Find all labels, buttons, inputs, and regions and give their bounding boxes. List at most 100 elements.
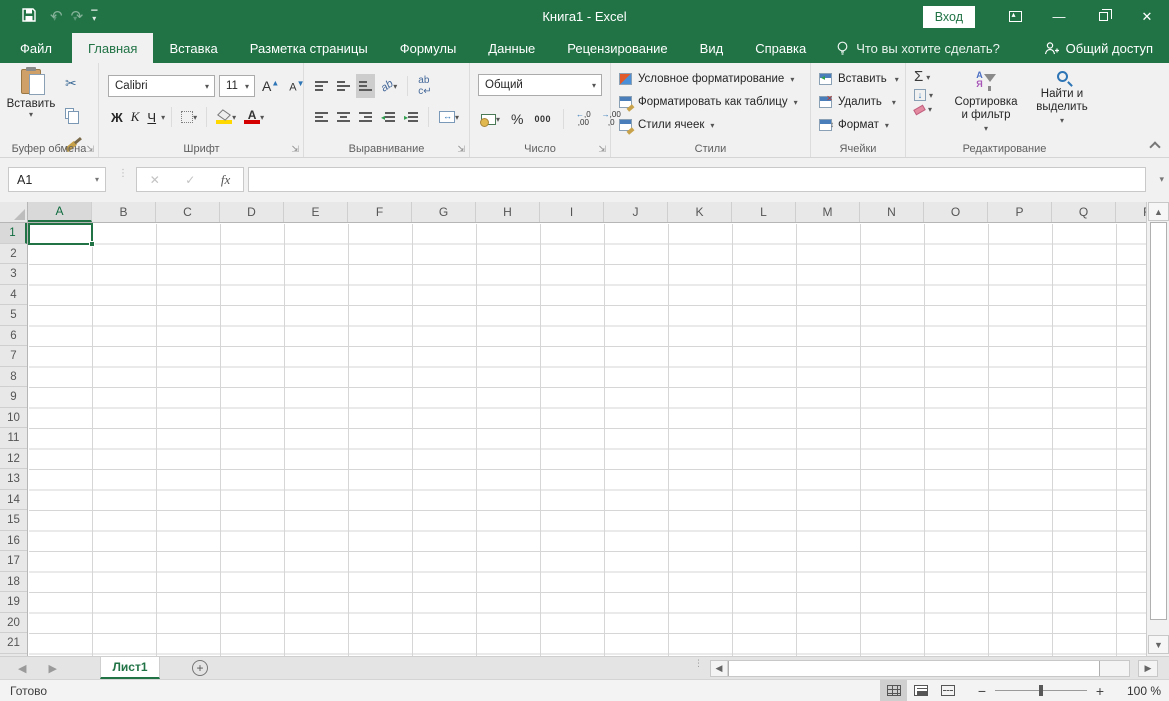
copy-button[interactable]: ▾ [62,101,81,125]
fill-color-button[interactable]: ▾ [213,105,239,129]
tab-data[interactable]: Данные [472,33,551,63]
sort-filter-button[interactable]: АЯ Сортировка и фильтр▾ [950,67,1022,135]
redo-button[interactable]: ↷▾ [71,9,78,24]
horizontal-scrollbar[interactable]: ◀ [710,660,1130,677]
minimize-button[interactable]: — [1037,0,1081,33]
align-center-button[interactable] [334,105,353,129]
customize-qat-button[interactable]: ▔▾ [91,13,97,21]
tab-insert[interactable]: Вставка [153,33,233,63]
italic-button[interactable]: К [128,105,143,129]
font-size-combo[interactable]: 11▾ [219,75,255,97]
column-header-J[interactable]: J [604,202,668,222]
insert-function-button[interactable]: fx [221,172,230,188]
format-as-table-button[interactable]: Форматировать как таблицу▾ [619,91,798,113]
active-cell-a1[interactable] [28,223,93,245]
row-header-21[interactable]: 21 [0,633,27,654]
enter-icon[interactable]: ✓ [185,173,195,187]
column-header-A[interactable]: A [28,202,92,222]
ribbon-display-options-button[interactable] [993,0,1037,33]
row-header-10[interactable]: 10 [0,408,27,429]
clipboard-dialog-launcher[interactable]: ⇲ [86,145,94,154]
restore-button[interactable] [1081,0,1125,33]
prev-sheet-button[interactable]: ◀ [18,662,26,675]
page-break-view-button[interactable] [934,680,961,701]
font-color-button[interactable]: А▾ [241,105,267,129]
column-header-F[interactable]: F [348,202,412,222]
increase-indent-button[interactable]: ▸ [401,105,421,129]
insert-cells-button[interactable]: Вставить▾ [819,68,899,90]
tab-view[interactable]: Вид [684,33,740,63]
row-header-8[interactable]: 8 [0,367,27,388]
vertical-scrollbar[interactable]: ▲ ▼ [1146,202,1169,656]
row-header-19[interactable]: 19 [0,592,27,613]
tab-file[interactable]: Файл [0,33,72,63]
scroll-left-button[interactable]: ◀ [711,661,728,676]
sheet-tab-list1[interactable]: Лист1 [100,657,160,679]
row-header-11[interactable]: 11 [0,428,27,449]
normal-view-button[interactable] [880,680,907,701]
clear-button[interactable]: ▾ [914,105,933,114]
tab-split-grip[interactable]: ⋮ [694,661,703,666]
column-header-G[interactable]: G [412,202,476,222]
font-name-combo[interactable]: Calibri▾ [108,75,215,97]
tell-me-box[interactable]: Что вы хотите сделать? [822,33,1014,63]
format-cells-button[interactable]: Формат▾ [819,114,899,136]
row-header-4[interactable]: 4 [0,285,27,306]
percent-style-button[interactable]: % [508,107,526,131]
row-header-7[interactable]: 7 [0,346,27,367]
page-layout-view-button[interactable] [907,680,934,701]
row-header-5[interactable]: 5 [0,305,27,326]
column-header-Q[interactable]: Q [1052,202,1116,222]
name-box[interactable]: A1 ▾ [8,167,106,192]
align-left-button[interactable] [312,105,331,129]
conditional-formatting-button[interactable]: Условное форматирование▾ [619,68,798,90]
bold-button[interactable]: Ж [108,105,126,129]
next-sheet-button[interactable]: ▶ [48,662,56,675]
scroll-right-button[interactable]: ▶ [1138,660,1158,677]
scroll-down-button[interactable]: ▼ [1148,635,1169,654]
row-header-6[interactable]: 6 [0,326,27,347]
wrap-text-button[interactable]: abc↵ [415,74,434,98]
tab-formulas[interactable]: Формулы [384,33,473,63]
row-header-9[interactable]: 9 [0,387,27,408]
zoom-out-button[interactable]: − [975,683,989,699]
zoom-in-button[interactable]: + [1093,683,1107,699]
column-header-L[interactable]: L [732,202,796,222]
row-header-15[interactable]: 15 [0,510,27,531]
row-header-18[interactable]: 18 [0,572,27,593]
cell-styles-button[interactable]: Стили ячеек▾ [619,114,798,136]
sign-in-button[interactable]: Вход [923,6,975,28]
tab-home[interactable]: Главная [72,33,153,63]
column-header-R[interactable]: R [1116,202,1146,222]
undo-button[interactable]: ↶▾ [50,9,57,24]
align-middle-button[interactable] [334,74,353,98]
underline-button[interactable]: Ч [144,105,159,129]
name-box-dropdown-icon[interactable]: ▾ [95,175,105,184]
row-header-13[interactable]: 13 [0,469,27,490]
column-header-M[interactable]: M [796,202,860,222]
zoom-level-label[interactable]: 100 % [1117,684,1161,698]
select-all-corner[interactable] [0,202,28,223]
close-button[interactable]: ✕ [1125,0,1169,33]
increase-decimal-button[interactable]: ←,0,00 [573,107,594,131]
number-dialog-launcher[interactable]: ⇲ [598,145,606,154]
formula-bar-grip[interactable]: ⋮ [118,171,128,176]
expand-formula-bar-icon[interactable]: ▾ [1159,174,1164,185]
column-header-P[interactable]: P [988,202,1052,222]
merge-center-button[interactable]: ▾ [436,105,462,129]
row-header-20[interactable]: 20 [0,613,27,634]
row-header-3[interactable]: 3 [0,264,27,285]
collapse-ribbon-button[interactable] [1151,141,1159,149]
row-header-17[interactable]: 17 [0,551,27,572]
tab-help[interactable]: Справка [739,33,822,63]
share-button[interactable]: Общий доступ [1044,33,1169,63]
autosum-button[interactable]: Σ▾ [914,69,933,85]
alignment-dialog-launcher[interactable]: ⇲ [457,145,465,154]
row-header-14[interactable]: 14 [0,490,27,511]
scroll-up-button[interactable]: ▲ [1148,202,1169,221]
row-header-2[interactable]: 2 [0,244,27,265]
cancel-icon[interactable]: ✕ [150,173,160,187]
column-header-E[interactable]: E [284,202,348,222]
orientation-button[interactable]: ab▾ [378,74,400,98]
formula-input[interactable] [248,167,1146,192]
